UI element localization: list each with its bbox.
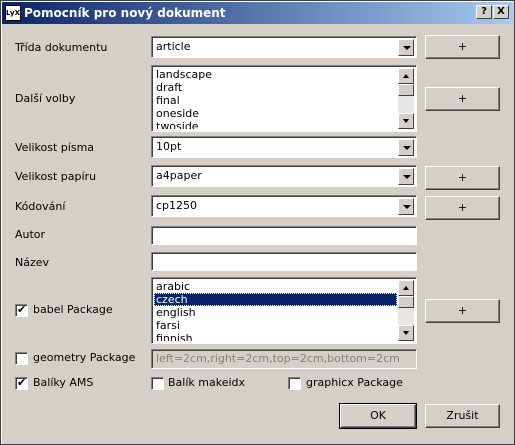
options-list[interactable]: landscape draft final oneside twoside xyxy=(151,65,417,132)
add-option-button[interactable]: + xyxy=(425,87,500,111)
babel-list-items: arabic czech english farsi finnish xyxy=(154,280,397,341)
scroll-thumb[interactable] xyxy=(398,84,414,96)
geometry-options-input[interactable]: left=2cm,right=2cm,top=2cm,bottom=2cm xyxy=(151,349,417,369)
title-label: Název xyxy=(15,256,50,269)
options-scrollbar[interactable] xyxy=(398,68,414,129)
list-item[interactable]: finnish xyxy=(154,332,397,341)
add-doc-class-button[interactable]: + xyxy=(425,35,500,59)
scroll-up-icon[interactable] xyxy=(398,68,414,84)
graphicx-checkbox[interactable] xyxy=(288,377,301,390)
ok-button[interactable]: OK xyxy=(339,403,417,429)
check-icon: ✔ xyxy=(17,376,27,389)
encoding-value: cp1250 xyxy=(156,199,198,212)
encoding-combo[interactable]: cp1250 xyxy=(151,195,417,217)
options-label: Další volby xyxy=(15,92,76,105)
window-title: Pomocník pro nový dokument xyxy=(24,6,226,20)
font-size-label: Velikost písma xyxy=(15,141,95,154)
options-list-items: landscape draft final oneside twoside xyxy=(154,68,397,129)
chevron-down-icon[interactable] xyxy=(398,139,414,156)
list-item[interactable]: final xyxy=(154,94,397,107)
author-label: Autor xyxy=(15,228,46,241)
help-button[interactable]: ? xyxy=(476,5,492,19)
geometry-label: geometry Package xyxy=(33,351,136,364)
title-bar[interactable]: LyX Pomocník pro nový dokument ? X xyxy=(2,2,513,24)
babel-checkbox[interactable]: ✔ xyxy=(15,303,28,317)
encoding-label: Kódování xyxy=(15,200,66,213)
geometry-options-value: left=2cm,right=2cm,top=2cm,bottom=2cm xyxy=(156,352,400,365)
chevron-down-icon[interactable] xyxy=(398,198,414,215)
ams-checkbox[interactable]: ✔ xyxy=(15,376,28,390)
doc-class-label: Třída dokumentu xyxy=(15,41,108,54)
add-babel-button[interactable]: + xyxy=(425,299,500,323)
chevron-down-icon[interactable] xyxy=(398,39,414,56)
babel-scrollbar[interactable] xyxy=(398,280,414,341)
add-encoding-button[interactable]: + xyxy=(425,196,500,220)
scroll-thumb[interactable] xyxy=(398,296,414,308)
font-size-value: 10pt xyxy=(156,140,182,153)
scroll-up-icon[interactable] xyxy=(398,280,414,296)
babel-language-list[interactable]: arabic czech english farsi finnish xyxy=(151,277,417,344)
geometry-checkbox[interactable] xyxy=(15,352,28,365)
scroll-down-icon[interactable] xyxy=(398,113,414,129)
cancel-button[interactable]: Zrušit xyxy=(425,404,500,428)
dialog-window: LyX Pomocník pro nový dokument ? X Třída… xyxy=(0,0,515,445)
doc-class-combo[interactable]: article xyxy=(151,36,417,58)
makeidx-label: Balík makeidx xyxy=(168,376,246,389)
ams-label: Balíky AMS xyxy=(33,376,94,389)
makeidx-checkbox[interactable] xyxy=(151,377,164,390)
close-button[interactable]: X xyxy=(493,5,509,19)
list-item[interactable]: english xyxy=(154,306,397,319)
paper-size-value: a4paper xyxy=(156,169,202,182)
chevron-down-icon[interactable] xyxy=(398,168,414,185)
list-item[interactable]: arabic xyxy=(154,280,397,293)
list-item-selected[interactable]: czech xyxy=(154,293,397,306)
list-item[interactable]: oneside xyxy=(154,107,397,120)
list-item[interactable]: twoside xyxy=(154,120,397,129)
doc-class-value: article xyxy=(156,40,191,53)
title-input[interactable] xyxy=(151,252,417,271)
paper-size-label: Velikost papíru xyxy=(15,170,97,183)
check-icon: ✔ xyxy=(17,303,27,316)
list-item[interactable]: farsi xyxy=(154,319,397,332)
list-item[interactable]: draft xyxy=(154,81,397,94)
babel-label: babel Package xyxy=(33,303,113,316)
scroll-down-icon[interactable] xyxy=(398,325,414,341)
paper-size-combo[interactable]: a4paper xyxy=(151,165,417,187)
app-icon: LyX xyxy=(5,5,21,21)
add-paper-size-button[interactable]: + xyxy=(425,166,500,190)
font-size-combo[interactable]: 10pt xyxy=(151,136,417,158)
list-item[interactable]: landscape xyxy=(154,68,397,81)
graphicx-label: graphicx Package xyxy=(306,376,403,389)
author-input[interactable] xyxy=(151,226,417,245)
